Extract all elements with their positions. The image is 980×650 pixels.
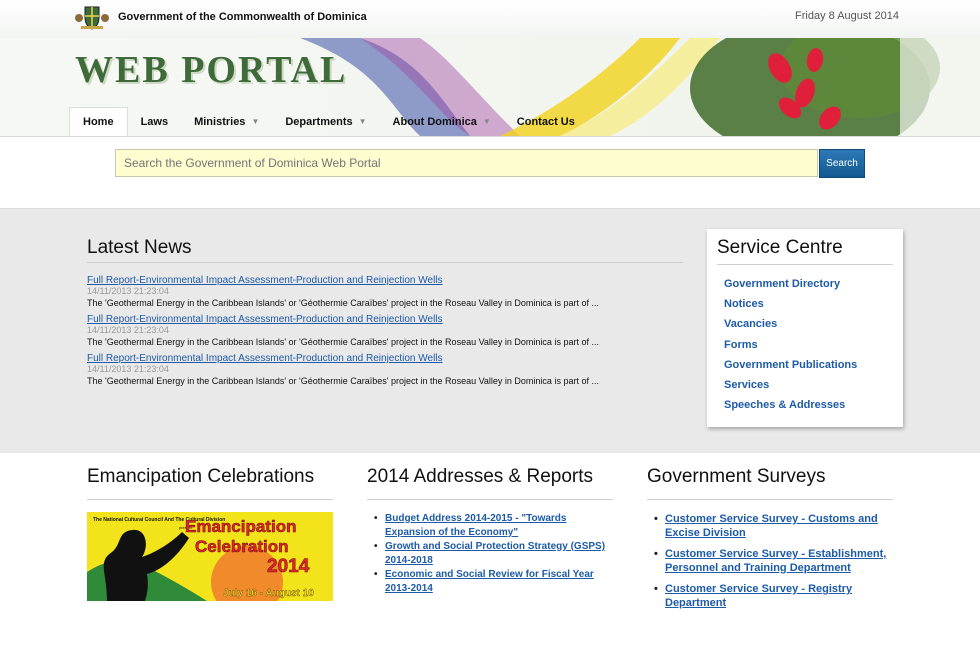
nav-departments-label: Departments (285, 115, 353, 128)
news-link[interactable]: Full Report-Environmental Impact Assessm… (87, 275, 683, 287)
survey-link-customs-excise[interactable]: Customer Service Survey - Customs and Ex… (654, 512, 893, 540)
chevron-down-icon: ▼ (358, 117, 367, 126)
poster-line1: Emancipation (185, 517, 296, 536)
nav-about-label: About Dominica (392, 115, 477, 128)
service-centre-panel: Service Centre Government Directory Noti… (707, 229, 903, 427)
news-date: 14/11/2013 21:23:04 (87, 364, 169, 374)
surveys-title: Government Surveys (647, 465, 893, 500)
search-input[interactable] (115, 149, 818, 177)
service-link-government-directory[interactable]: Government Directory (724, 274, 903, 294)
address-link-economic-social-review[interactable]: Economic and Social Review for Fiscal Ye… (374, 568, 613, 596)
nav-home-label: Home (83, 116, 114, 128)
poster-line2: Celebration (195, 537, 289, 556)
nav-contact-us[interactable]: Contact Us (504, 107, 588, 136)
nav-about-dominica[interactable]: About Dominica ▼ (380, 107, 504, 136)
poster-year: 2014 (267, 556, 310, 577)
addresses-column: 2014 Addresses & Reports Budget Address … (367, 465, 613, 596)
emancipation-poster-image[interactable]: The National Cultural Council And The Cu… (87, 512, 333, 601)
news-list: Full Report-Environmental Impact Assessm… (87, 275, 683, 392)
news-item: Full Report-Environmental Impact Assessm… (87, 275, 683, 314)
latest-news: Latest News Full Report-Environmental Im… (87, 236, 683, 392)
coat-of-arms-icon (75, 6, 109, 30)
nav-home[interactable]: Home (69, 107, 128, 136)
service-centre-list: Government Directory Notices Vacancies F… (724, 274, 903, 415)
address-link-gsps-2014-2018[interactable]: Growth and Social Protection Strategy (G… (374, 540, 613, 568)
nav-contact-label: Contact Us (516, 115, 575, 128)
news-item: Full Report-Environmental Impact Assessm… (87, 314, 683, 353)
news-summary: The 'Geothermal Energy in the Caribbean … (87, 337, 599, 347)
chevron-down-icon: ▼ (251, 117, 260, 126)
chevron-down-icon: ▼ (482, 117, 491, 126)
search-bar: Search (0, 136, 980, 209)
emancipation-title: Emancipation Celebrations (87, 465, 333, 500)
nav-ministries[interactable]: Ministries ▼ (181, 107, 272, 136)
service-link-forms[interactable]: Forms (724, 335, 903, 355)
top-bar: Government of the Commonwealth of Domini… (0, 0, 980, 38)
main-navigation: Home Laws Ministries ▼ Departments ▼ About… (69, 107, 588, 136)
current-date: Friday 8 August 2014 (795, 10, 899, 22)
address-link-budget-2014-2015[interactable]: Budget Address 2014-2015 - "Towards Expa… (374, 512, 613, 540)
service-link-vacancies[interactable]: Vacancies (724, 314, 903, 334)
news-summary: The 'Geothermal Energy in the Caribbean … (87, 376, 599, 386)
survey-link-establishment-personnel[interactable]: Customer Service Survey - Establishment,… (654, 547, 893, 575)
government-name: Government of the Commonwealth of Domini… (118, 11, 367, 23)
service-centre-title: Service Centre (717, 236, 893, 265)
service-link-notices[interactable]: Notices (724, 294, 903, 314)
addresses-title: 2014 Addresses & Reports (367, 465, 613, 500)
latest-news-title: Latest News (87, 236, 683, 263)
surveys-list: Customer Service Survey - Customs and Ex… (647, 512, 893, 610)
news-item: Full Report-Environmental Impact Assessm… (87, 353, 683, 392)
nav-departments[interactable]: Departments ▼ (272, 107, 379, 136)
addresses-list: Budget Address 2014-2015 - "Towards Expa… (367, 512, 613, 596)
news-link[interactable]: Full Report-Environmental Impact Assessm… (87, 353, 683, 365)
survey-link-registry[interactable]: Customer Service Survey - Registry Depar… (654, 582, 893, 610)
news-date: 14/11/2013 21:23:04 (87, 286, 169, 296)
nav-laws-label: Laws (140, 115, 169, 128)
service-link-services[interactable]: Services (724, 375, 903, 395)
nav-ministries-label: Ministries (194, 115, 246, 128)
nav-laws[interactable]: Laws (128, 107, 182, 136)
service-link-government-publications[interactable]: Government Publications (724, 355, 903, 375)
web-portal-logo: WEB PORTAL (75, 49, 348, 91)
emancipation-column: Emancipation Celebrations The National C… (87, 465, 333, 601)
service-link-speeches-addresses[interactable]: Speeches & Addresses (724, 395, 903, 415)
poster-dates: July 16 - August 10 (223, 588, 314, 599)
surveys-column: Government Surveys Customer Service Surv… (647, 465, 893, 617)
news-link[interactable]: Full Report-Environmental Impact Assessm… (87, 314, 683, 326)
search-button[interactable]: Search (819, 149, 865, 178)
news-date: 14/11/2013 21:23:04 (87, 325, 169, 335)
news-summary: The 'Geothermal Energy in the Caribbean … (87, 298, 599, 308)
